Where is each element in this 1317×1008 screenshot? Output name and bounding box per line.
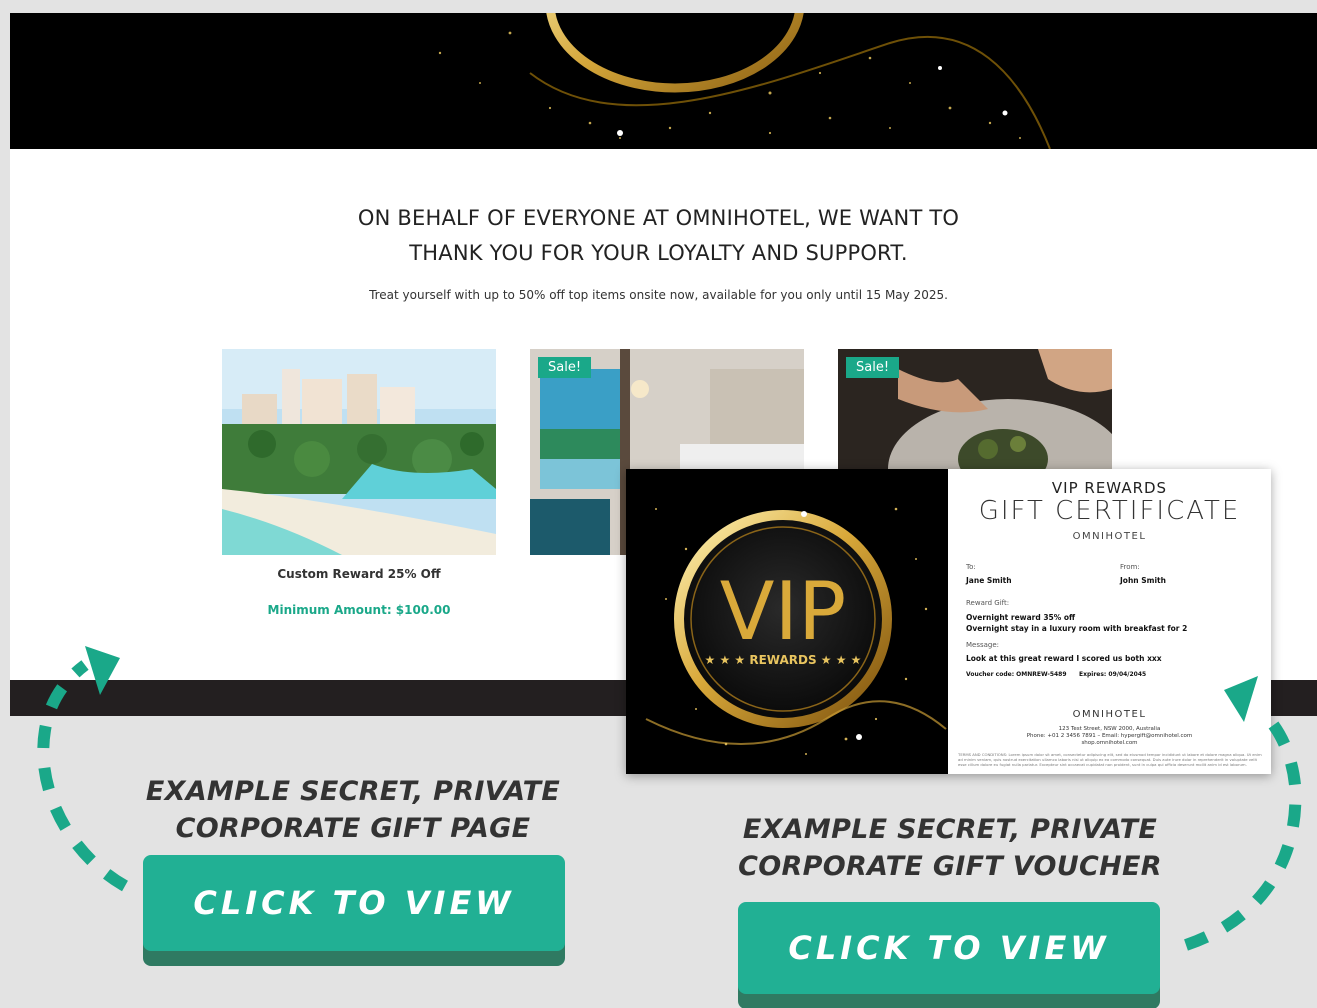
message-value: Look at this great reward I scored us bo… — [966, 654, 1162, 663]
product-title[interactable]: Custom Reward 25% Off — [222, 567, 496, 581]
rewards-text: ★ ★ ★ REWARDS ★ ★ ★ — [705, 653, 862, 667]
product-card[interactable]: Custom Reward 25% Off Minimum Amount: $1… — [222, 349, 496, 617]
resort-aerial-photo[interactable] — [222, 349, 496, 555]
headline-line-1: ON BEHALF OF EVERYONE AT OMNIHOTEL, WE W… — [357, 206, 960, 230]
from-label: From: — [1120, 563, 1140, 571]
gift-page-promo-title: EXAMPLE SECRET, PRIVATE CORPORATE GIFT P… — [128, 773, 578, 847]
sale-badge: Sale! — [846, 357, 900, 378]
message-label: Message: — [966, 641, 1000, 649]
gift-voucher-title-line-1: EXAMPLE SECRET, PRIVATE — [742, 814, 1158, 845]
from-value: John Smith — [1120, 576, 1166, 585]
page-headline: ON BEHALF OF EVERYONE AT OMNIHOTEL, WE W… — [0, 201, 1317, 271]
gift-voucher-title-line-2: CORPORATE GIFT VOUCHER — [738, 851, 1162, 882]
voucher-title-big: GIFT CERTIFICATE — [978, 496, 1241, 526]
gift-page-title-line-1: EXAMPLE SECRET, PRIVATE — [145, 776, 561, 807]
voucher-vip-artwork: VIP ★ ★ ★ REWARDS ★ ★ ★ — [626, 469, 948, 774]
to-label: To: — [966, 563, 976, 571]
voucher-expires: Expires: 09/04/2045 — [1079, 671, 1147, 678]
vip-text: VIP — [720, 565, 847, 658]
gift-voucher-promo-title: EXAMPLE SECRET, PRIVATE CORPORATE GIFT V… — [720, 811, 1180, 885]
hero-banner — [10, 13, 1317, 149]
voucher-title-small: VIP REWARDS — [1051, 479, 1168, 497]
gold-ring-sparkle-image — [438, 13, 1051, 149]
page-subtext: Treat yourself with up to 50% off top it… — [369, 288, 948, 302]
view-gift-voucher-button[interactable]: CLICK TO VIEW — [738, 902, 1160, 994]
headline-line-2: THANK YOU FOR YOUR LOYALTY AND SUPPORT. — [409, 241, 908, 265]
gift-line-1: Overnight reward 35% off — [966, 613, 1076, 622]
gift-voucher-preview[interactable]: VIP ★ ★ ★ REWARDS ★ ★ ★ VIP REWARDS GIFT… — [626, 469, 1271, 774]
voucher-brand: OMNIHOTEL — [1072, 531, 1147, 542]
gift-page-title-line-2: CORPORATE GIFT PAGE — [175, 813, 531, 844]
gift-label: Reward Gift: — [966, 599, 1010, 607]
dashed-arrow-up-right-icon — [1184, 676, 1302, 951]
sale-badge: Sale! — [538, 357, 592, 378]
voucher-code: Voucher code: OMNREW-5489 — [966, 671, 1067, 678]
gift-line-2: Overnight stay in a luxury room with bre… — [966, 624, 1188, 633]
to-value: Jane Smith — [966, 576, 1012, 585]
product-price: Minimum Amount: $100.00 — [267, 603, 451, 617]
view-gift-page-button[interactable]: CLICK TO VIEW — [143, 855, 565, 951]
dashed-arrow-up-left-icon — [37, 646, 128, 892]
